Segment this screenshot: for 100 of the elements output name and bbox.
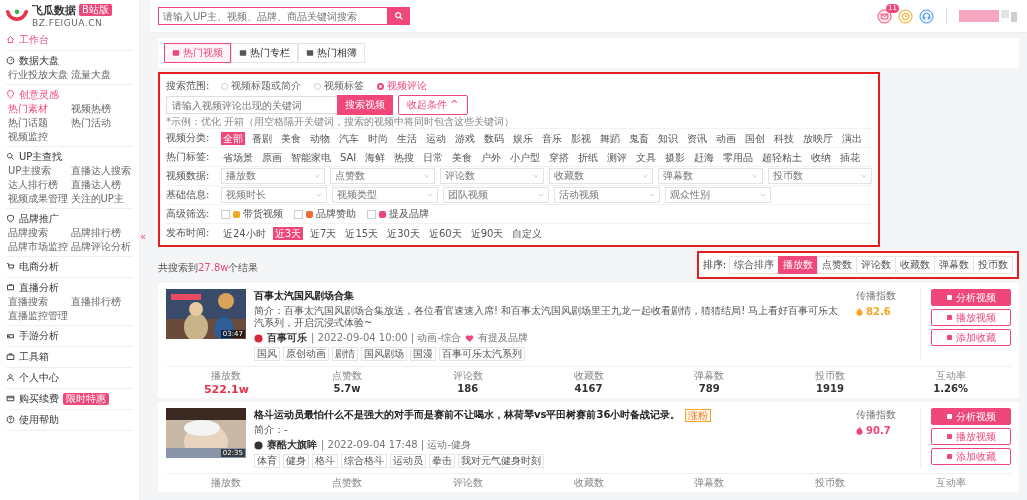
filter-option[interactable]: 娱乐 xyxy=(511,131,535,145)
time-option[interactable]: 近60天 xyxy=(426,226,464,240)
sort-option[interactable]: 播放数 xyxy=(778,256,818,274)
video-tag[interactable]: 国风剧场 xyxy=(361,347,407,361)
sidebar-item[interactable]: 直播达人榜 xyxy=(70,178,133,191)
filter-option[interactable]: 知识 xyxy=(656,131,680,145)
keyword-field[interactable]: 请输入视频评论出现的关键词 xyxy=(166,96,338,114)
scope-radio[interactable]: 视频标签 xyxy=(314,79,364,93)
headset-icon[interactable] xyxy=(919,8,934,24)
sidebar-item[interactable]: UP主搜索 xyxy=(8,164,71,177)
filter-option[interactable]: 收纳 xyxy=(809,150,834,164)
filter-option[interactable]: 折纸 xyxy=(576,150,601,164)
filter-option[interactable]: 时尚 xyxy=(366,131,390,145)
sidebar-item[interactable]: 视频监控 xyxy=(8,130,71,143)
sidebar-section[interactable]: 购买续费 限时特惠 xyxy=(6,391,133,406)
filter-option[interactable]: 数码 xyxy=(482,131,506,145)
filter-option[interactable]: 番剧 xyxy=(250,131,274,145)
action-button[interactable]: 添加收藏 xyxy=(931,329,1011,346)
filter-option[interactable]: 零用品 xyxy=(721,150,756,164)
sort-option[interactable]: 综合排序 xyxy=(729,256,779,274)
sidebar-item[interactable]: 热门话题 xyxy=(8,116,71,129)
dropdown[interactable]: 评论数 xyxy=(439,168,544,184)
filter-option[interactable]: 美食 xyxy=(450,150,475,164)
dropdown[interactable]: 弹幕数 xyxy=(658,168,763,184)
filter-option[interactable]: 智能家电 xyxy=(289,150,333,164)
video-tag[interactable]: 健身 xyxy=(283,454,309,468)
filter-option[interactable]: 插花 xyxy=(838,150,863,164)
video-title[interactable]: 格斗运动员最怕什么不是强大的对手而是赛前不让喝水，林荷琴vs平田树赛前36小时备战记录。 xyxy=(254,408,681,422)
filter-option[interactable]: 国创 xyxy=(743,131,767,145)
video-tag[interactable]: 百事可乐太汽系列 xyxy=(439,347,525,361)
filter-option[interactable]: 游戏 xyxy=(453,131,477,145)
sidebar-item[interactable]: 直播达人搜索 xyxy=(70,164,133,177)
sidebar-section[interactable]: 手游分析 xyxy=(6,328,133,343)
collapse-conditions-button[interactable]: 收起条件 ^ xyxy=(398,95,468,115)
sort-option[interactable]: 弹幕数 xyxy=(934,256,974,274)
tab[interactable]: 热门专栏 xyxy=(231,43,298,63)
action-button[interactable]: 分析视频 xyxy=(931,289,1011,306)
filter-option[interactable]: 户外 xyxy=(479,150,504,164)
search-button[interactable] xyxy=(388,7,410,25)
dropdown[interactable]: 视频时长 xyxy=(221,187,327,203)
dropdown[interactable]: 视频类型 xyxy=(332,187,438,203)
sidebar-item[interactable]: 直播排行榜 xyxy=(70,295,133,308)
sidebar-item[interactable]: 品牌排行榜 xyxy=(70,226,133,239)
video-tag[interactable]: 体育 xyxy=(254,454,280,468)
action-button[interactable]: 播放视频 xyxy=(931,309,1011,326)
sidebar-item[interactable]: 关注的UP主 xyxy=(70,192,133,205)
video-tag[interactable]: 我对元气健身时刻 xyxy=(458,454,544,468)
author-name[interactable]: 百事可乐 xyxy=(267,331,307,345)
time-option[interactable]: 近7天 xyxy=(308,226,339,240)
dropdown[interactable]: 观众性别 xyxy=(665,187,771,203)
filter-option[interactable]: 超轻粘土 xyxy=(760,150,805,164)
tab[interactable]: 热门相簿 xyxy=(298,43,365,63)
time-option[interactable]: 近24小时 xyxy=(221,226,268,240)
filter-option[interactable]: 汽车 xyxy=(337,131,361,145)
sidebar-section[interactable]: 直播分析 xyxy=(6,280,133,295)
sidebar-section[interactable]: 数据大盘 xyxy=(6,53,133,68)
sidebar-section[interactable]: 电商分析 xyxy=(6,259,133,274)
video-tag[interactable]: 原创动画 xyxy=(283,347,329,361)
sort-option[interactable]: 评论数 xyxy=(856,256,896,274)
filter-option[interactable]: 科技 xyxy=(772,131,796,145)
dropdown[interactable]: 活动视频 xyxy=(554,187,660,203)
time-option[interactable]: 近90天 xyxy=(468,226,506,240)
author-name[interactable]: 赛酷大旗眸 xyxy=(267,438,317,452)
sidebar-item[interactable]: 流量大盘 xyxy=(70,68,133,81)
filter-option[interactable]: 摄影 xyxy=(663,150,688,164)
video-tag[interactable]: 格斗 xyxy=(312,454,338,468)
filter-option[interactable]: 音乐 xyxy=(540,131,564,145)
filter-option[interactable]: 海鲜 xyxy=(363,150,388,164)
sort-option[interactable]: 点赞数 xyxy=(817,256,857,274)
sort-option[interactable]: 收藏数 xyxy=(895,256,935,274)
filter-option[interactable]: SAI xyxy=(338,150,359,164)
scope-radio[interactable]: 视频标题或简介 xyxy=(221,79,301,93)
sidebar-section[interactable]: 创意灵感 xyxy=(6,87,133,102)
filter-option[interactable]: 测评 xyxy=(605,150,630,164)
action-button[interactable]: 播放视频 xyxy=(931,428,1011,445)
filter-option[interactable]: 日常 xyxy=(421,150,446,164)
checkbox[interactable] xyxy=(367,209,376,219)
video-tag[interactable]: 运动员 xyxy=(390,454,426,468)
video-tag[interactable]: 国漫 xyxy=(410,347,436,361)
video-tag[interactable]: 国风 xyxy=(254,347,280,361)
time-option[interactable]: 近30天 xyxy=(385,226,422,240)
time-option[interactable]: 自定义 xyxy=(510,226,545,240)
filter-option[interactable]: 动画 xyxy=(714,131,738,145)
dropdown[interactable]: 播放数 xyxy=(221,168,326,184)
filter-option[interactable]: 演出 xyxy=(840,131,864,145)
sidebar-section[interactable]: 工作台 xyxy=(6,32,133,47)
filter-option[interactable]: 赶海 xyxy=(692,150,717,164)
dropdown[interactable]: 收藏数 xyxy=(549,168,654,184)
filter-option[interactable]: 热搜 xyxy=(392,150,417,164)
checkbox[interactable] xyxy=(221,209,230,219)
sidebar-item[interactable]: 品牌评论分析 xyxy=(70,240,133,253)
sidebar-section[interactable]: 个人中心 xyxy=(6,370,133,385)
sidebar-item[interactable]: 视频成果管理 xyxy=(8,192,71,205)
clock-icon[interactable] xyxy=(898,8,913,24)
sidebar-section[interactable]: 使用帮助 xyxy=(6,412,133,427)
filter-option[interactable]: 穿搭 xyxy=(547,150,572,164)
filter-option[interactable]: 全部 xyxy=(221,131,245,145)
filter-option[interactable]: 运动 xyxy=(424,131,448,145)
filter-option[interactable]: 舞蹈 xyxy=(598,131,622,145)
filter-option[interactable]: 影视 xyxy=(569,131,593,145)
